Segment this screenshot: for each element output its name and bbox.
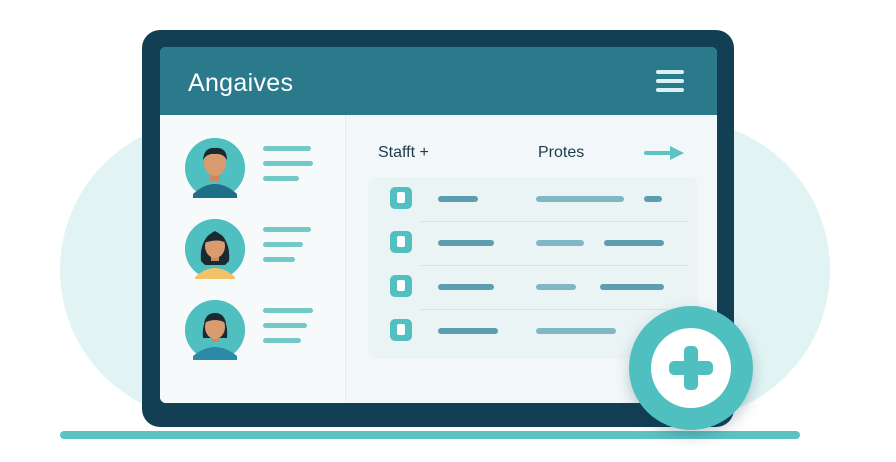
avatar bbox=[185, 219, 245, 279]
protes-column-header: Protes bbox=[538, 144, 585, 161]
avatar bbox=[185, 138, 245, 198]
app-header: Angaives bbox=[160, 47, 717, 115]
contact-item[interactable] bbox=[185, 138, 335, 204]
document-icon bbox=[390, 187, 412, 209]
fab-inner bbox=[651, 328, 731, 408]
plus-icon bbox=[669, 346, 713, 390]
add-button[interactable] bbox=[629, 306, 753, 430]
list-row[interactable] bbox=[368, 221, 698, 265]
avatar bbox=[185, 300, 245, 360]
list-row[interactable] bbox=[368, 177, 698, 221]
contacts-sidebar bbox=[160, 115, 346, 403]
arrow-right-icon[interactable] bbox=[644, 145, 686, 161]
document-icon bbox=[390, 319, 412, 341]
ground-line bbox=[60, 431, 800, 439]
document-icon bbox=[390, 275, 412, 297]
app-title: Angaives bbox=[188, 69, 294, 97]
hamburger-menu-icon[interactable] bbox=[656, 70, 684, 92]
contact-item[interactable] bbox=[185, 219, 335, 285]
contact-item[interactable] bbox=[185, 300, 335, 366]
staff-column-header[interactable]: Stafft + bbox=[378, 144, 429, 162]
document-icon bbox=[390, 231, 412, 253]
list-row[interactable] bbox=[368, 265, 698, 309]
